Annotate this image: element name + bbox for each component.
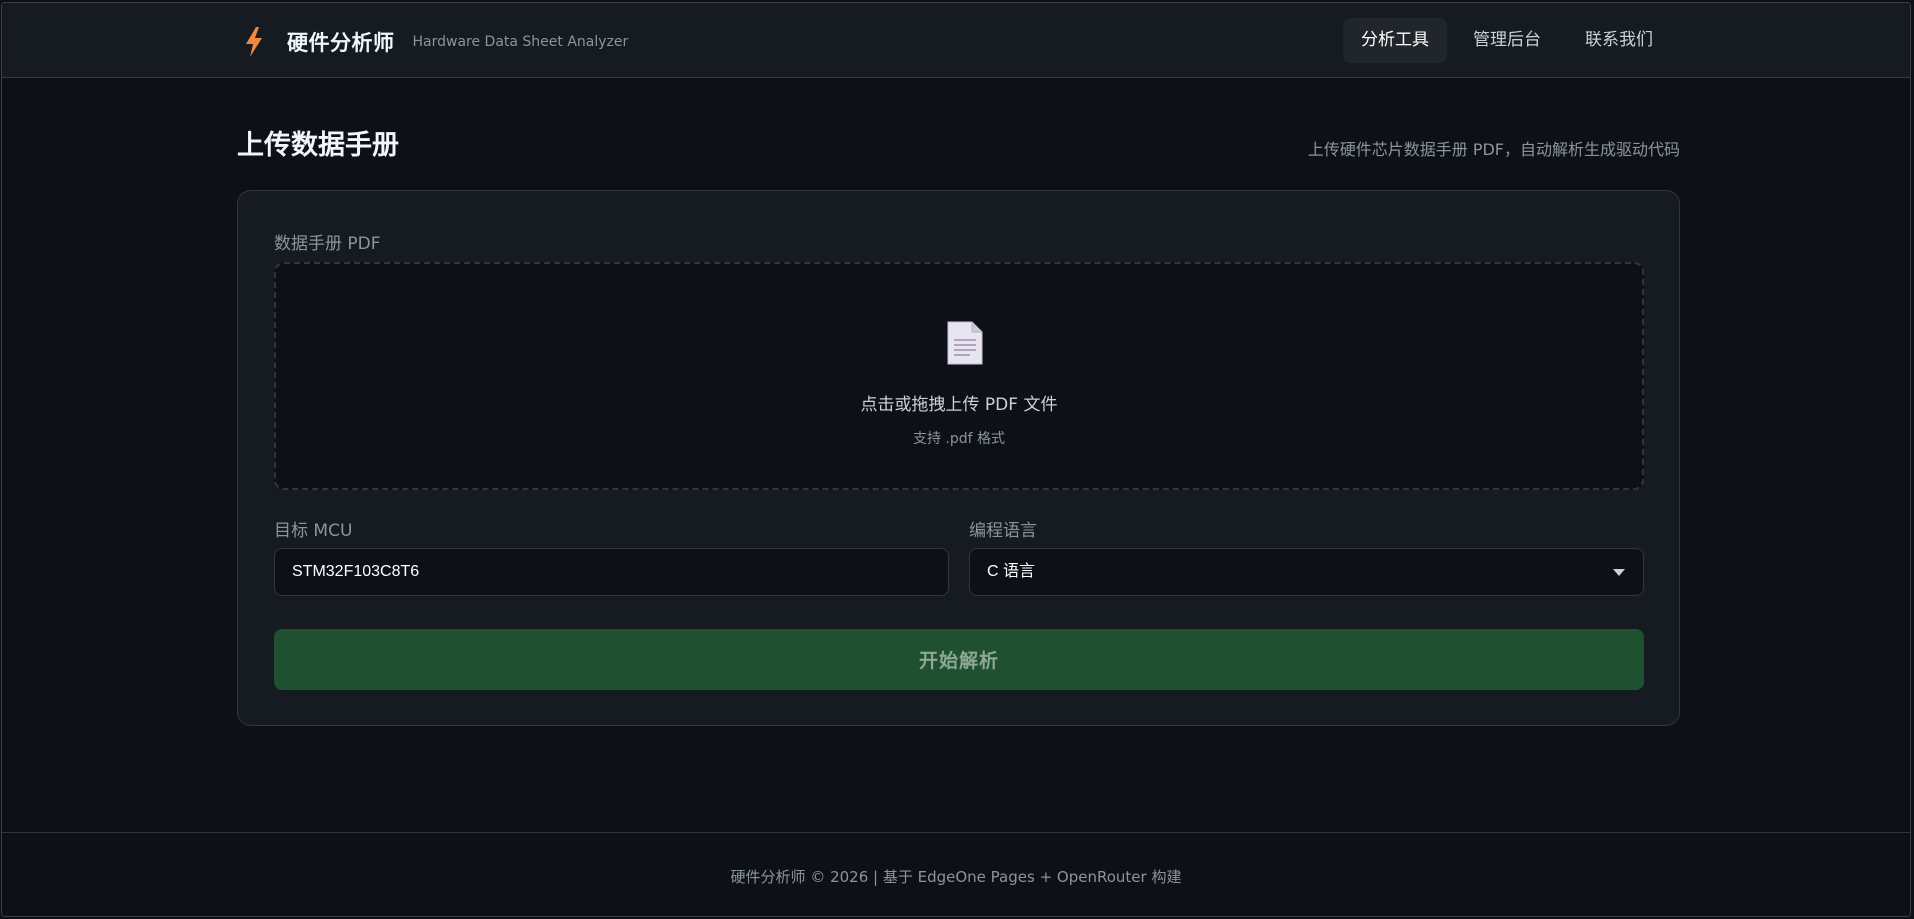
dropzone-hint: 支持 .pdf 格式 [912,431,1006,447]
app-subtitle: Hardware Data Sheet Analyzer [412,34,629,50]
language-field-label: 编程语言 [969,521,1037,541]
dropzone-text: 点击或拖拽上传 PDF 文件 [860,395,1058,415]
nav-contact[interactable]: 联系我们 [1567,18,1671,63]
app-title: 硬件分析师 [287,31,395,55]
app-window: 硬件分析师 Hardware Data Sheet Analyzer 分析工具 … [1,2,1911,917]
mcu-field-label: 目标 MCU [274,521,353,541]
footer: 硬件分析师 © 2026 | 基于 EdgeOne Pages + OpenRo… [2,832,1910,916]
start-analysis-button[interactable]: 开始解析 [274,629,1644,690]
page-title: 上传数据手册 [237,130,399,161]
upload-form-card: 数据手册 PDF 点击或拖拽上传 PDF 文件 支持 .pdf 格式 目标 MC… [237,190,1680,726]
lightning-bolt-icon [246,27,262,57]
pdf-dropzone[interactable]: 点击或拖拽上传 PDF 文件 支持 .pdf 格式 [274,262,1644,490]
brand[interactable]: 硬件分析师 Hardware Data Sheet Analyzer [243,27,628,57]
chevron-down-icon [1613,569,1625,576]
page-description: 上传硬件芯片数据手册 PDF，自动解析生成驱动代码 [1307,140,1680,159]
top-bar: 硬件分析师 Hardware Data Sheet Analyzer 分析工具 … [2,3,1910,78]
pdf-field-label: 数据手册 PDF [274,234,381,254]
main-nav: 分析工具 管理后台 联系我们 [1343,18,1671,63]
language-selected-value: C 语言 [987,563,1036,580]
mcu-input[interactable] [274,548,949,596]
nav-admin[interactable]: 管理后台 [1455,18,1559,63]
nav-analysis-tool[interactable]: 分析工具 [1343,18,1447,63]
page-header: 上传数据手册 上传硬件芯片数据手册 PDF，自动解析生成驱动代码 [237,123,1680,167]
language-select[interactable]: C 语言 [969,548,1644,596]
document-icon [947,321,983,365]
footer-text: 硬件分析师 © 2026 | 基于 EdgeOne Pages + OpenRo… [730,868,1182,886]
